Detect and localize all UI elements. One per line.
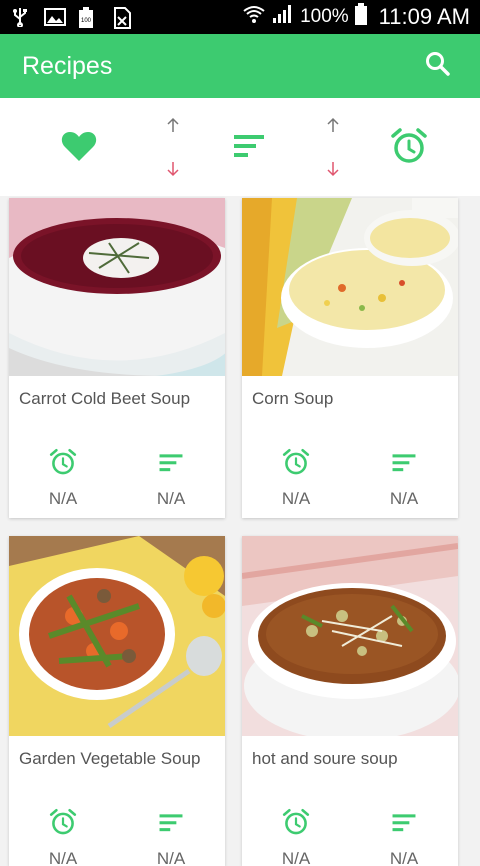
recipe-meta: N/A N/A bbox=[9, 808, 225, 866]
usb-icon bbox=[10, 7, 30, 28]
recipe-time-value: N/A bbox=[281, 849, 311, 866]
sort-lines-icon bbox=[391, 808, 417, 841]
difficulty-sort-button[interactable] bbox=[228, 130, 270, 166]
sort-bar bbox=[0, 98, 480, 196]
recipe-time: N/A bbox=[242, 448, 350, 509]
recipe-card[interactable]: Corn Soup N/A N/A bbox=[242, 198, 458, 518]
recipe-difficulty-value: N/A bbox=[389, 489, 419, 508]
battery-full-icon: 100 bbox=[78, 7, 98, 28]
recipe-time: N/A bbox=[242, 808, 350, 866]
recipe-difficulty: N/A bbox=[350, 808, 458, 866]
svg-text:100: 100 bbox=[81, 18, 92, 24]
recipe-difficulty: N/A bbox=[117, 808, 225, 866]
recipe-time-value: N/A bbox=[281, 489, 311, 508]
recipe-title: Carrot Cold Beet Soup bbox=[19, 389, 191, 408]
recipe-time: N/A bbox=[9, 808, 117, 866]
recipe-time-value: N/A bbox=[48, 489, 78, 508]
status-system: 100% 11:09 AM bbox=[242, 3, 470, 31]
clock: 11:09 AM bbox=[378, 4, 470, 29]
arrow-down-icon bbox=[325, 161, 341, 182]
alarm-clock-icon bbox=[282, 808, 310, 841]
app-bar: Recipes bbox=[0, 34, 480, 98]
alarm-clock-icon bbox=[282, 448, 310, 481]
recipe-card[interactable]: Garden Vegetable Soup N/A N/A bbox=[9, 536, 225, 866]
arrow-up-icon bbox=[325, 117, 341, 138]
recipe-image bbox=[242, 198, 458, 376]
sort-ascending-button-2[interactable] bbox=[320, 116, 346, 138]
recipe-title: Garden Vegetable Soup bbox=[19, 749, 201, 768]
recipe-difficulty: N/A bbox=[117, 448, 225, 509]
alarm-clock-icon bbox=[390, 127, 428, 170]
sort-descending-button-1[interactable] bbox=[160, 160, 186, 182]
sort-lines-icon bbox=[158, 808, 184, 841]
sort-lines-icon bbox=[391, 448, 417, 481]
sort-lines-icon bbox=[232, 133, 266, 164]
battery-icon bbox=[354, 3, 367, 31]
recipe-time-value: N/A bbox=[48, 849, 78, 866]
alarm-clock-icon bbox=[49, 808, 77, 841]
recipe-title: Corn Soup bbox=[252, 389, 334, 408]
arrow-down-icon bbox=[165, 161, 181, 182]
status-notifications: 100 bbox=[10, 7, 132, 29]
image-icon bbox=[44, 7, 66, 27]
recipe-difficulty-value: N/A bbox=[389, 849, 419, 866]
sort-lines-icon bbox=[158, 448, 184, 481]
time-sort-button[interactable] bbox=[388, 127, 430, 170]
recipe-difficulty-value: N/A bbox=[156, 849, 186, 866]
wifi-icon bbox=[242, 4, 266, 30]
recipe-meta: N/A N/A bbox=[9, 448, 225, 509]
sort-descending-button-2[interactable] bbox=[320, 160, 346, 182]
recipe-meta: N/A N/A bbox=[242, 808, 458, 866]
recipe-title: hot and soure soup bbox=[252, 749, 398, 768]
recipe-difficulty-value: N/A bbox=[156, 489, 186, 508]
battery-percent: 100% bbox=[300, 6, 349, 27]
recipe-meta: N/A N/A bbox=[242, 448, 458, 509]
sort-ascending-button-1[interactable] bbox=[160, 116, 186, 138]
recipe-difficulty: N/A bbox=[350, 448, 458, 509]
recipe-time: N/A bbox=[9, 448, 117, 509]
arrow-up-icon bbox=[165, 117, 181, 138]
recipe-card[interactable]: Carrot Cold Beet Soup N/A N/A bbox=[9, 198, 225, 518]
page-title: Recipes bbox=[22, 51, 113, 80]
recipe-image bbox=[9, 198, 225, 376]
heart-icon bbox=[61, 130, 97, 167]
recipe-image bbox=[9, 536, 225, 736]
signal-icon bbox=[272, 4, 294, 30]
no-sim-icon bbox=[112, 7, 132, 29]
recipe-image bbox=[242, 536, 458, 736]
search-button[interactable] bbox=[418, 46, 458, 86]
recipe-card[interactable]: hot and soure soup N/A N/A bbox=[242, 536, 458, 866]
status-bar: 100 100% 11:09 AM bbox=[0, 0, 480, 34]
search-icon bbox=[425, 51, 451, 82]
favorite-sort-button[interactable] bbox=[58, 128, 100, 168]
alarm-clock-icon bbox=[49, 448, 77, 481]
